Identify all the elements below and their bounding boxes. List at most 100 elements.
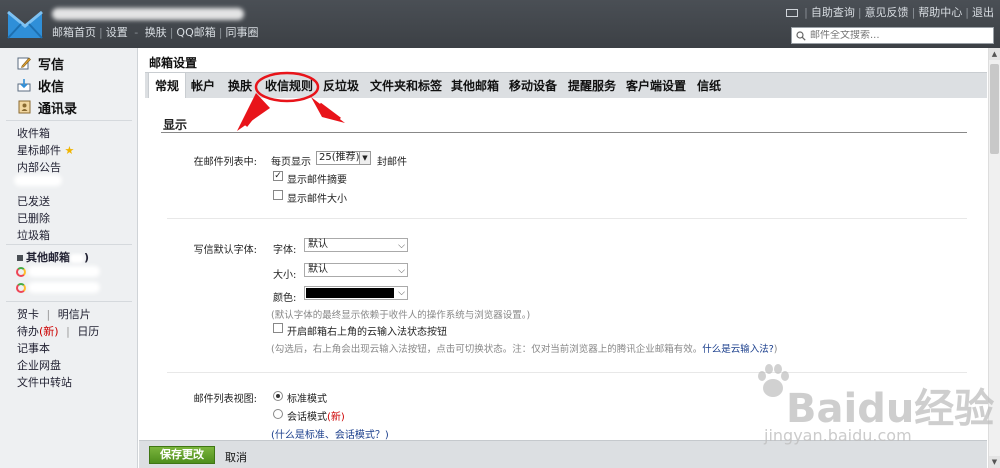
top-nav-links: 邮箱首页 | 设置 - 换肤 | QQ邮箱 | 同事圈	[52, 26, 259, 39]
tab-general[interactable]: 常规	[148, 73, 187, 99]
link-help-center[interactable]: 帮助中心	[918, 6, 962, 19]
link-postcard[interactable]: 明信片	[58, 308, 91, 321]
section-underline	[161, 132, 967, 133]
tab-client-settings[interactable]: 客户端设置	[626, 73, 686, 99]
link-mail-home[interactable]: 邮箱首页	[52, 26, 96, 39]
compose-button[interactable]: 写信	[17, 53, 64, 73]
inbox-arrow-icon	[17, 79, 31, 92]
mail-search-box[interactable]	[791, 27, 994, 44]
link-calendar[interactable]: 日历	[77, 325, 99, 338]
view-mode-help-link[interactable]: (什么是标准、会话模式？)	[271, 426, 389, 441]
link-todo[interactable]: 待办(新)	[17, 325, 59, 338]
account-name-blurred	[52, 8, 244, 20]
external-account-1-blurred[interactable]	[28, 266, 100, 277]
other-mailboxes-header[interactable]: 其他邮箱)	[17, 249, 89, 265]
tab-other-mailboxes[interactable]: 其他邮箱	[451, 73, 499, 99]
sidebar-divider	[6, 301, 132, 302]
cloud-ime-checkbox[interactable]	[273, 323, 283, 333]
cancel-button[interactable]: 取消	[225, 449, 247, 465]
link-greeting-card[interactable]: 贺卡	[17, 308, 39, 321]
font-color-label: 颜色:	[273, 293, 297, 304]
baidu-watermark: Baidu经验 jingyan.baidu.com	[756, 356, 996, 446]
scroll-down-icon[interactable]: ▼	[989, 456, 1000, 468]
link-self-service[interactable]: 自助查询	[811, 6, 855, 19]
folder-inbox[interactable]: 收件箱	[17, 125, 50, 141]
tab-mobile-devices[interactable]: 移动设备	[509, 73, 557, 99]
per-page-select[interactable]: 25(推荐) ▼	[316, 151, 371, 165]
section-title-display: 显示	[163, 118, 188, 132]
tab-anti-spam[interactable]: 反垃圾	[323, 73, 359, 99]
mailbox-bullet-icon	[17, 255, 23, 261]
standard-mode-radio[interactable]	[273, 391, 283, 401]
show-size-label: 显示邮件大小	[287, 194, 347, 205]
save-changes-button[interactable]: 保存更改	[149, 446, 215, 464]
per-page-prefix: 每页显示	[271, 157, 311, 168]
external-account-2-blurred[interactable]	[28, 282, 100, 293]
folder-deleted[interactable]: 已删除	[17, 210, 50, 226]
tools-row-2: 待办(新) | 日历	[17, 325, 100, 338]
show-size-checkbox[interactable]	[273, 190, 283, 200]
cloud-ime-help-link[interactable]: 什么是云输入法?	[702, 344, 774, 355]
tab-reminders[interactable]: 提醒服务	[568, 73, 616, 99]
settings-tabs: 常规 帐户 换肤 收信规则 反垃圾 文件夹和标签 其他邮箱 移动设备 提醒服务 …	[145, 72, 987, 99]
per-page-suffix: 封邮件	[377, 157, 407, 168]
scroll-thumb[interactable]	[990, 64, 999, 154]
contacts-book-icon	[18, 100, 31, 114]
mail-logo-icon[interactable]	[6, 8, 44, 42]
receive-button[interactable]: 收信	[17, 75, 64, 95]
contacts-button[interactable]: 通讯录	[17, 97, 77, 117]
tab-folders-labels[interactable]: 文件夹和标签	[370, 73, 442, 99]
sidebar: 写信 收信 通讯录 收件箱 星标邮件 ★ 内部公告 已发送 已删除 垃圾箱 其他…	[0, 48, 138, 468]
font-size-select[interactable]: 默认 ⌵	[304, 263, 408, 277]
link-qq-mail[interactable]: QQ邮箱	[176, 26, 215, 39]
link-skin[interactable]: 换肤	[145, 26, 167, 39]
conversation-mode-radio[interactable]	[273, 409, 283, 419]
link-feedback[interactable]: 意见反馈	[865, 6, 909, 19]
folder-starred[interactable]: 星标邮件 ★	[17, 142, 74, 158]
link-file-transfer[interactable]: 文件中转站	[17, 374, 72, 390]
link-logout[interactable]: 退出	[972, 6, 994, 19]
link-netdisk[interactable]: 企业网盘	[17, 357, 61, 373]
blurred-count	[70, 253, 84, 263]
search-icon	[796, 30, 806, 41]
folder-announcements[interactable]: 内部公告	[17, 159, 61, 175]
top-right-links: | 自助查询 | 意见反馈 | 帮助中心 | 退出	[786, 4, 994, 20]
link-settings[interactable]: 设置	[106, 26, 128, 39]
receive-label: 收信	[38, 79, 65, 95]
external-account-icon	[16, 283, 26, 293]
folder-drafts-blurred[interactable]	[14, 175, 62, 186]
font-note: (默认字体的最终显示依赖于收件人的操作系统与浏览器设置。)	[271, 310, 531, 321]
chevron-down-icon: ⌵	[398, 288, 405, 298]
show-summary-checkbox[interactable]: ✓	[273, 171, 283, 181]
cloud-ime-hint: (勾选后，右上角会出现云输入法按钮，点击可切换状态。注：仅对当前浏览器上的腾讯企…	[271, 344, 778, 355]
font-size-label: 大小:	[273, 270, 297, 281]
compose-pencil-icon	[17, 57, 31, 70]
search-input[interactable]	[810, 30, 990, 41]
sidebar-divider	[6, 120, 132, 121]
tab-account[interactable]: 帐户	[191, 73, 215, 99]
paw-logo-icon	[758, 364, 789, 397]
tools-row-1: 贺卡 | 明信片	[17, 308, 91, 321]
keyboard-icon[interactable]	[786, 9, 799, 17]
mail-list-label: 在邮件列表中:	[193, 157, 257, 168]
font-color-swatch	[306, 288, 394, 298]
folder-spam[interactable]: 垃圾箱	[17, 227, 50, 243]
tab-stationery[interactable]: 信纸	[697, 73, 721, 99]
font-color-select[interactable]: ⌵	[304, 286, 408, 300]
link-colleague-circle[interactable]: 同事圈	[225, 26, 258, 39]
dropdown-arrow-icon: ▼	[359, 152, 370, 164]
folder-sent[interactable]: 已发送	[17, 193, 50, 209]
scroll-up-icon[interactable]: ▲	[989, 48, 1000, 60]
default-font-label: 写信默认字体:	[193, 245, 257, 256]
standard-mode-label: 标准模式	[287, 394, 327, 405]
tab-receive-rules[interactable]: 收信规则	[265, 73, 313, 99]
conversation-mode-label: 会话模式(新)	[287, 412, 345, 423]
star-icon: ★	[64, 144, 75, 157]
link-notepad[interactable]: 记事本	[17, 340, 50, 356]
page-title: 邮箱设置	[149, 56, 198, 70]
external-account-icon	[16, 267, 26, 277]
font-family-select[interactable]: 默认 ⌵	[304, 238, 408, 252]
font-family-label: 字体:	[273, 245, 297, 256]
tab-skin[interactable]: 换肤	[228, 73, 252, 99]
show-summary-label: 显示邮件摘要	[287, 175, 347, 186]
